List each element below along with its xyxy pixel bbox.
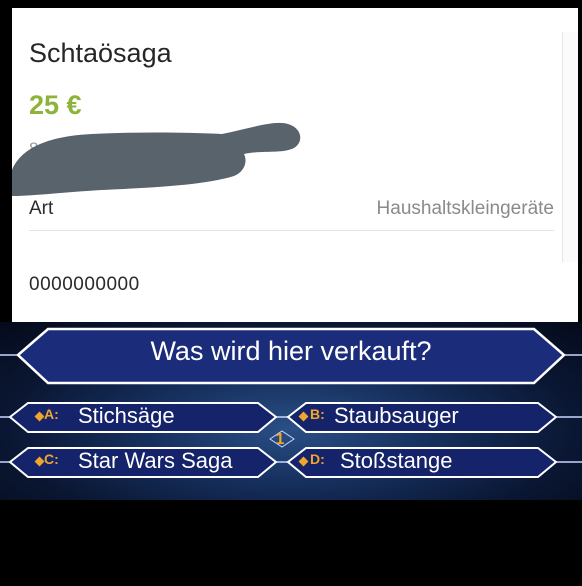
answer-b[interactable]: B: Staubsauger: [296, 402, 536, 432]
answer-d[interactable]: D: Stoßstange: [296, 447, 536, 477]
answer-b-letter: B:: [310, 406, 325, 422]
listing-title: Schtaösaga: [29, 38, 172, 68]
quiz-panel: Was wird hier verkauft? A: Stichsäge B: …: [0, 322, 582, 500]
scrollbar[interactable]: [562, 32, 578, 262]
item-number: 0000000000: [29, 274, 140, 295]
attribute-label: Art: [29, 198, 54, 219]
answer-d-letter: D:: [310, 451, 325, 467]
diamond-icon: [34, 411, 45, 422]
listing-card: Schtaösaga 25 € 8 Art Haushaltskleingerä…: [12, 8, 578, 322]
answer-b-text: Staubsauger: [334, 403, 459, 428]
divider: [29, 230, 554, 231]
diamond-icon: [298, 456, 309, 467]
bottom-bar: [0, 500, 582, 586]
answer-a[interactable]: A: Stichsäge: [30, 402, 270, 432]
answer-c-text: Star Wars Saga: [78, 448, 233, 473]
answer-c-letter: C:: [44, 451, 59, 467]
level-indicator: 1: [275, 431, 285, 448]
answer-a-letter: A:: [44, 406, 59, 422]
answer-d-text: Stoßstange: [340, 448, 453, 473]
diamond-icon: [298, 411, 309, 422]
answer-a-text: Stichsäge: [78, 403, 175, 428]
attribute-value: Haushaltskleingeräte: [376, 198, 554, 219]
question-text: Was wird hier verkauft?: [150, 336, 432, 366]
diamond-icon: [34, 456, 45, 467]
answer-c[interactable]: C: Star Wars Saga: [30, 447, 270, 477]
redaction-scribble: [12, 122, 301, 196]
